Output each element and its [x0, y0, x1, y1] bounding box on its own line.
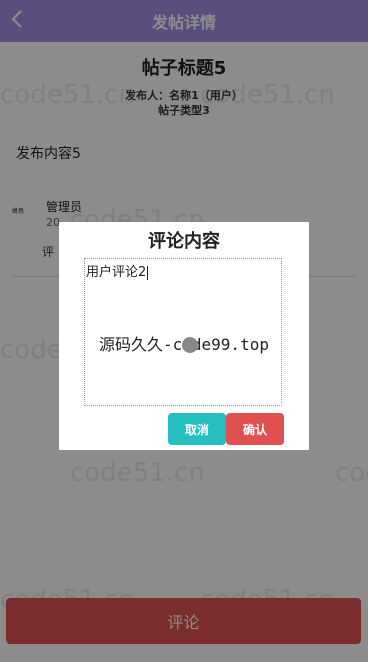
dialog-title: 评论内容: [148, 231, 220, 252]
text-caret: [147, 265, 149, 280]
cancel-button[interactable]: 取消: [168, 413, 226, 445]
comment-input-value: 用户评论2: [86, 265, 147, 280]
confirm-button[interactable]: 确认: [226, 413, 284, 445]
loading-dot-icon: [182, 337, 198, 353]
